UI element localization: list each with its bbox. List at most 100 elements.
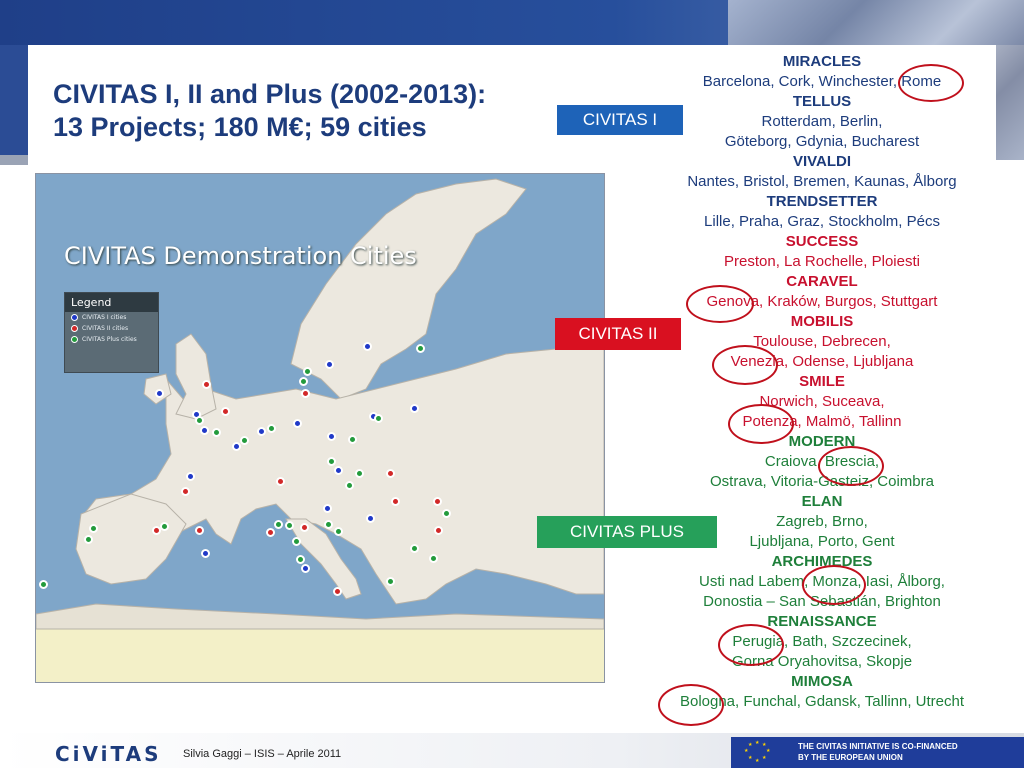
project-cities: Lille, Praha, Graz, Stockholm, Pécs bbox=[704, 213, 940, 230]
red-dot-icon bbox=[71, 325, 78, 332]
city-marker bbox=[410, 404, 419, 413]
civitas-2-label: CIVITAS II bbox=[555, 318, 681, 350]
city-marker bbox=[325, 360, 334, 369]
legend-label: CIVITAS II cities bbox=[82, 325, 129, 332]
slide-title-line1: CIVITAS I, II and Plus (2002-2013): bbox=[53, 79, 487, 109]
project-cities: Toulouse, Debrecen, bbox=[753, 333, 891, 350]
city-marker bbox=[386, 469, 395, 478]
highlight-circle-genova bbox=[686, 285, 754, 323]
city-marker bbox=[276, 477, 285, 486]
project-name: VIVALDI bbox=[792, 153, 852, 170]
city-marker bbox=[84, 535, 93, 544]
city-marker bbox=[285, 521, 294, 530]
project-name: TRENDSETTER bbox=[766, 193, 878, 210]
city-marker bbox=[324, 520, 333, 529]
slide-title-line2: 13 Projects; 180 M€; 59 cities bbox=[53, 112, 427, 142]
city-marker bbox=[212, 428, 221, 437]
highlight-circle-bologna bbox=[658, 684, 724, 726]
city-marker bbox=[442, 509, 451, 518]
civitas-logo: CiViTAS bbox=[55, 742, 162, 766]
slide-title: CIVITAS I, II and Plus (2002-2013): 13 P… bbox=[53, 78, 573, 144]
city-marker bbox=[348, 435, 357, 444]
eu-note-line1: THE CIVITAS INITIATIVE IS CO-FINANCED bbox=[798, 742, 958, 751]
city-marker bbox=[303, 367, 312, 376]
map-africa bbox=[36, 603, 604, 630]
city-marker bbox=[434, 526, 443, 535]
highlight-circle-rome bbox=[898, 64, 964, 102]
city-marker bbox=[155, 389, 164, 398]
project-list: MIRACLES Barcelona, Cork, Winchester, Rom… bbox=[664, 52, 980, 712]
legend-label: CIVITAS Plus cities bbox=[82, 336, 137, 343]
project-cities: Gorna Oryahovitsa, Skopje bbox=[731, 653, 913, 670]
left-accent-strip bbox=[0, 45, 28, 155]
city-marker bbox=[195, 526, 204, 535]
city-marker bbox=[416, 344, 425, 353]
highlight-circle-venezia bbox=[712, 345, 778, 385]
map-bottom-band bbox=[36, 629, 604, 682]
city-marker bbox=[327, 432, 336, 441]
highlight-circle-monza bbox=[802, 565, 866, 605]
civitas-1-label: CIVITAS I bbox=[557, 105, 683, 135]
city-marker bbox=[221, 407, 230, 416]
highlight-circle-potenza bbox=[728, 404, 794, 444]
city-marker bbox=[355, 469, 364, 478]
city-marker bbox=[274, 520, 283, 529]
map-britain bbox=[175, 333, 217, 420]
legend-label: CIVITAS I cities bbox=[82, 314, 127, 321]
city-marker bbox=[186, 472, 195, 481]
project-block: RENAISSANCE Perugia, Bath, Szczecinek, Gor… bbox=[664, 612, 980, 672]
city-marker bbox=[300, 523, 309, 532]
city-marker bbox=[334, 466, 343, 475]
eu-cofinance-note: THE CIVITAS INITIATIVE IS CO-FINANCED BY… bbox=[783, 737, 1024, 768]
city-marker bbox=[301, 564, 310, 573]
project-name: ELAN bbox=[801, 493, 843, 510]
highlight-circle-perugia bbox=[718, 624, 784, 666]
city-marker bbox=[386, 577, 395, 586]
project-block: SMILE Norwich, Suceava, Potenza, Malmö, Ta… bbox=[664, 372, 980, 432]
legend-item: CIVITAS II cities bbox=[65, 323, 158, 334]
city-marker bbox=[391, 497, 400, 506]
project-cities: Rotterdam, Berlin, bbox=[761, 113, 883, 130]
highlight-circle-brescia bbox=[818, 446, 884, 486]
project-cities: Norwich, Suceava, bbox=[759, 393, 885, 410]
green-dot-icon bbox=[71, 336, 78, 343]
map-legend: Legend CIVITAS I cities CIVITAS II citie… bbox=[64, 292, 159, 373]
map-title: CIVITAS Demonstration Cities bbox=[64, 242, 417, 270]
city-marker bbox=[296, 555, 305, 564]
city-marker bbox=[333, 587, 342, 596]
legend-item: CIVITAS Plus cities bbox=[65, 334, 158, 345]
city-marker bbox=[410, 544, 419, 553]
city-marker bbox=[293, 419, 302, 428]
project-name: MODERN bbox=[788, 433, 856, 450]
project-block: TRENDSETTER Lille, Praha, Graz, Stockholm… bbox=[664, 192, 980, 232]
city-marker bbox=[323, 504, 332, 513]
project-name: SMILE bbox=[799, 373, 845, 390]
city-marker bbox=[299, 377, 308, 386]
city-marker bbox=[267, 424, 276, 433]
city-marker bbox=[366, 514, 375, 523]
project-cities: Perugia, Bath, Szczecinek, bbox=[732, 633, 912, 650]
eu-flag-icon: ★ ★ ★ ★ ★ ★ ★ ★ bbox=[731, 737, 783, 768]
city-marker bbox=[160, 522, 169, 531]
project-block: VIVALDI Nantes, Bristol, Bremen, Kaunas, … bbox=[664, 152, 980, 192]
city-marker bbox=[195, 416, 204, 425]
city-marker bbox=[363, 342, 372, 351]
city-marker bbox=[240, 436, 249, 445]
city-marker bbox=[429, 554, 438, 563]
civitas-plus-label: CIVITAS PLUS bbox=[537, 516, 717, 548]
city-marker bbox=[200, 426, 209, 435]
city-marker bbox=[181, 487, 190, 496]
project-cities: Potenza, Malmö, Tallinn bbox=[742, 413, 902, 430]
city-marker bbox=[334, 527, 343, 536]
city-marker bbox=[345, 481, 354, 490]
city-marker bbox=[257, 427, 266, 436]
eu-note-line2: BY THE EUROPEAN UNION bbox=[798, 753, 903, 762]
city-marker bbox=[433, 497, 442, 506]
city-marker bbox=[202, 380, 211, 389]
project-name: SUCCESS bbox=[785, 233, 859, 250]
city-marker bbox=[89, 524, 98, 533]
legend-item: CIVITAS I cities bbox=[65, 312, 158, 323]
project-cities: Preston, La Rochelle, Ploiesti bbox=[724, 253, 920, 270]
city-marker bbox=[232, 442, 241, 451]
city-marker bbox=[266, 528, 275, 537]
